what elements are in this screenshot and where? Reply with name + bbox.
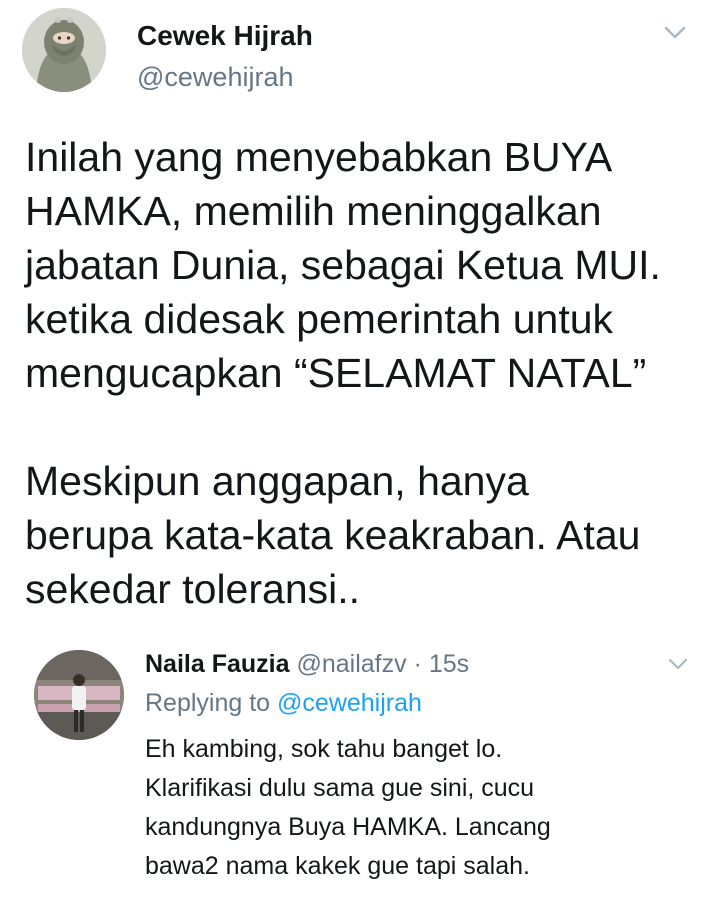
author-avatar[interactable]: [22, 8, 106, 92]
tweet-text: Inilah yang menyebabkan BUYA HAMKA, memi…: [25, 130, 705, 616]
replying-to-mention[interactable]: @cewehijrah: [277, 689, 422, 717]
reply-line: Klarifikasi dulu sama gue sini, cucu: [145, 774, 535, 802]
separator-dot: ·: [413, 650, 422, 678]
tweet-line: mengucapkan “SELAMAT NATAL”: [25, 350, 647, 396]
tweet-line: Meskipun anggapan, hanya: [25, 458, 529, 504]
avatar-illustration: [22, 8, 106, 92]
replying-to-label: Replying to: [145, 689, 271, 717]
tweet-line: jabatan Dunia, sebagai Ketua MUI.: [25, 242, 661, 288]
avatar-photo: [34, 650, 124, 740]
reply-line: Eh kambing, sok tahu banget lo.: [145, 735, 503, 763]
author-name[interactable]: Cewek Hijrah: [137, 20, 313, 52]
reply-text: Eh kambing, sok tahu banget lo. Klarifik…: [145, 730, 705, 886]
reply-author-handle[interactable]: @nailafzv: [296, 650, 406, 678]
reply-avatar[interactable]: [34, 650, 124, 740]
author-handle[interactable]: @cewehijrah: [137, 62, 293, 93]
tweet-line: Inilah yang menyebabkan BUYA: [25, 134, 613, 180]
chevron-down-icon[interactable]: [668, 658, 688, 671]
tweet-line: sekedar toleransi..: [25, 566, 361, 612]
reply-line: bawa2 nama kakek gue tapi salah.: [145, 852, 530, 880]
tweet-line: berupa kata-kata keakraban. Atau: [25, 512, 641, 558]
reply-line: kandungnya Buya HAMKA. Lancang: [145, 813, 551, 841]
reply-author-name[interactable]: Naila Fauzia: [145, 650, 290, 678]
tweet-line: HAMKA, memilih meninggalkan: [25, 188, 602, 234]
tweet-line: ketika didesak pemerintah untuk: [25, 296, 614, 342]
reply-timestamp[interactable]: 15s: [429, 650, 469, 678]
reply-header: Naila Fauzia @nailafzv · 15s: [145, 650, 469, 679]
chevron-down-icon[interactable]: [664, 26, 686, 40]
replying-to: Replying to @cewehijrah: [145, 689, 422, 718]
